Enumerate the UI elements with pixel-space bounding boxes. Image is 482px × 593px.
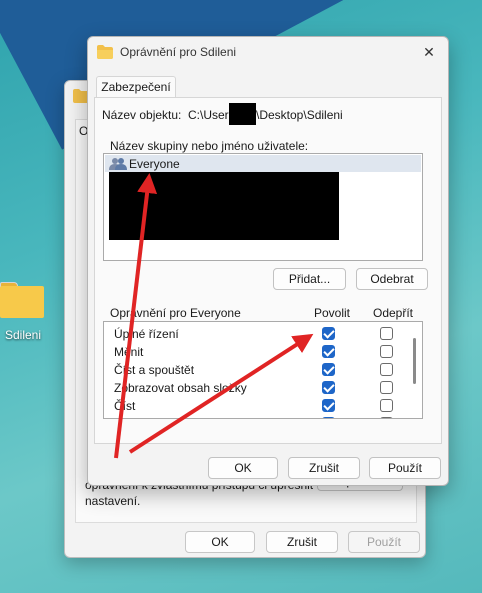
table-row bbox=[104, 414, 404, 418]
scrollbar[interactable] bbox=[413, 338, 416, 384]
object-path-prefix: C:\Users bbox=[188, 108, 235, 122]
permission-name: Úplné řízení bbox=[114, 327, 179, 341]
allow-read-execute-checkbox[interactable] bbox=[322, 363, 335, 376]
remove-button[interactable]: Odebrat bbox=[356, 268, 428, 290]
redacted-username bbox=[229, 103, 256, 125]
object-name-label: Název objektu: bbox=[102, 108, 182, 122]
add-button[interactable]: Přidat... bbox=[273, 268, 346, 290]
deny-read-execute-checkbox[interactable] bbox=[380, 363, 393, 376]
table-row: Číst bbox=[104, 396, 404, 414]
group-list-label: Název skupiny nebo jméno uživatele: bbox=[110, 139, 309, 153]
back-apply-button: Použít bbox=[348, 531, 420, 553]
allow-modify-checkbox[interactable] bbox=[322, 345, 335, 358]
permission-name: Měnit bbox=[114, 345, 144, 359]
list-item[interactable]: Everyone bbox=[105, 155, 421, 172]
permission-name: Číst a spouštět bbox=[114, 363, 195, 377]
permissions-dialog: Oprávnění pro Sdileni ✕ Zabezpečení Náze… bbox=[87, 36, 449, 486]
deny-list-folder-checkbox[interactable] bbox=[380, 381, 393, 394]
deny-read-checkbox[interactable] bbox=[380, 399, 393, 412]
desktop-folder-sdileni[interactable]: Sdileni bbox=[0, 282, 46, 342]
object-path-suffix: \Desktop\Sdileni bbox=[256, 108, 343, 122]
table-row: Měnit bbox=[104, 342, 404, 360]
deny-modify-checkbox[interactable] bbox=[380, 345, 393, 358]
permission-name: Číst bbox=[114, 399, 136, 413]
window-title: Oprávnění pro Sdileni bbox=[120, 45, 237, 59]
permission-name: Zobrazovat obsah složky bbox=[114, 381, 247, 395]
allow-read-checkbox[interactable] bbox=[322, 399, 335, 412]
tab-security[interactable]: Zabezpečení bbox=[96, 76, 176, 98]
desktop-folder-label: Sdileni bbox=[4, 328, 42, 342]
back-cancel-button[interactable]: Zrušit bbox=[266, 531, 338, 553]
deny-column-header: Odepřít bbox=[373, 306, 414, 320]
table-row: Číst a spouštět bbox=[104, 360, 404, 378]
deny-write-checkbox[interactable] bbox=[380, 417, 393, 418]
allow-write-checkbox[interactable] bbox=[322, 417, 335, 418]
deny-full-control-checkbox[interactable] bbox=[380, 327, 393, 340]
back-ok-button[interactable]: OK bbox=[185, 531, 255, 553]
permissions-label: Oprávnění pro Everyone bbox=[110, 306, 241, 320]
close-icon: ✕ bbox=[423, 44, 435, 60]
close-button[interactable]: ✕ bbox=[416, 41, 442, 63]
allow-full-control-checkbox[interactable] bbox=[322, 327, 335, 340]
allow-list-folder-checkbox[interactable] bbox=[322, 381, 335, 394]
title-bar[interactable]: Oprávnění pro Sdileni ✕ bbox=[88, 37, 448, 67]
group-name: Everyone bbox=[129, 157, 180, 171]
ok-button[interactable]: OK bbox=[208, 457, 278, 479]
table-row: Úplné řízení bbox=[104, 324, 404, 342]
folder-icon bbox=[97, 45, 113, 59]
table-row: Zobrazovat obsah složky bbox=[104, 378, 404, 396]
folder-icon bbox=[0, 282, 44, 318]
apply-button[interactable]: Použít bbox=[369, 457, 441, 479]
redacted-user-list bbox=[109, 172, 339, 240]
cancel-button[interactable]: Zrušit bbox=[288, 457, 360, 479]
allow-column-header: Povolit bbox=[314, 306, 351, 320]
permissions-list: Úplné řízení Měnit Číst a spouštět Zobra… bbox=[103, 321, 423, 419]
users-icon bbox=[109, 158, 127, 170]
